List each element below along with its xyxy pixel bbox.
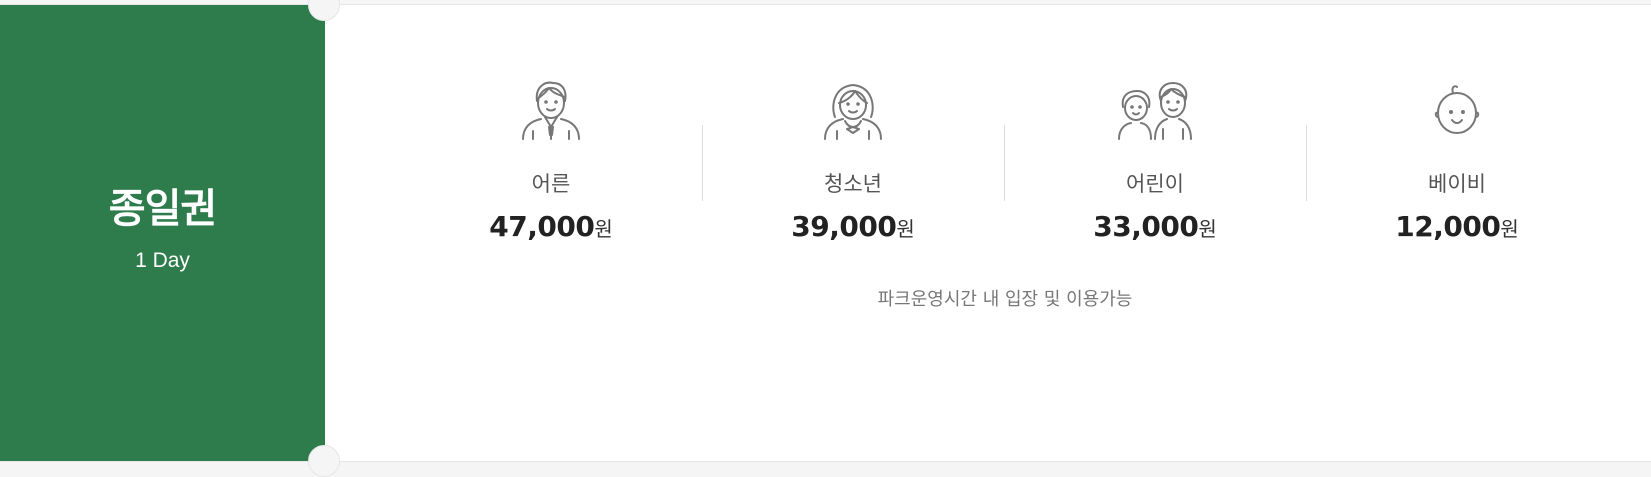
price-item-baby: 베이비 12,000원 <box>1306 5 1608 265</box>
price-label: 어린이 <box>1126 172 1184 196</box>
ticket-card: 종일권 1 Day 어른 47,000원 청소년 39,000원 어린이 33,… <box>0 0 1651 477</box>
price-item-teen: 청소년 39,000원 <box>702 5 1004 265</box>
child-icon <box>1004 79 1306 141</box>
price-unit: 원 <box>1198 217 1217 241</box>
price-amount: 39,000원 <box>702 209 1004 249</box>
price-value: 47,000 <box>489 210 595 243</box>
price-value: 39,000 <box>791 210 897 243</box>
ticket-type-panel: 종일권 1 Day <box>0 5 325 461</box>
price-label: 청소년 <box>824 172 882 196</box>
price-item-child: 어린이 33,000원 <box>1004 5 1306 265</box>
price-unit: 원 <box>594 217 613 241</box>
price-amount: 33,000원 <box>1004 209 1306 249</box>
price-item-adult: 어른 47,000원 <box>400 5 702 265</box>
teen-icon <box>702 79 1004 141</box>
price-value: 33,000 <box>1093 210 1199 243</box>
price-label: 어른 <box>531 172 571 196</box>
usage-note: 파크운영시간 내 입장 및 이용가능 <box>877 289 1133 310</box>
price-unit: 원 <box>896 217 915 241</box>
price-amount: 47,000원 <box>400 209 702 249</box>
ticket-notch-bottom <box>308 445 340 477</box>
ticket-subtitle: 1 Day <box>135 249 190 272</box>
price-label: 베이비 <box>1428 172 1486 196</box>
price-list: 어른 47,000원 청소년 39,000원 어린이 33,000원 베이비 1… <box>400 5 1610 265</box>
adult-icon <box>400 79 702 141</box>
price-amount: 12,000원 <box>1306 209 1608 249</box>
price-unit: 원 <box>1500 217 1519 241</box>
price-value: 12,000 <box>1395 210 1501 243</box>
baby-icon <box>1306 79 1608 141</box>
ticket-name: 종일권 <box>108 186 217 232</box>
